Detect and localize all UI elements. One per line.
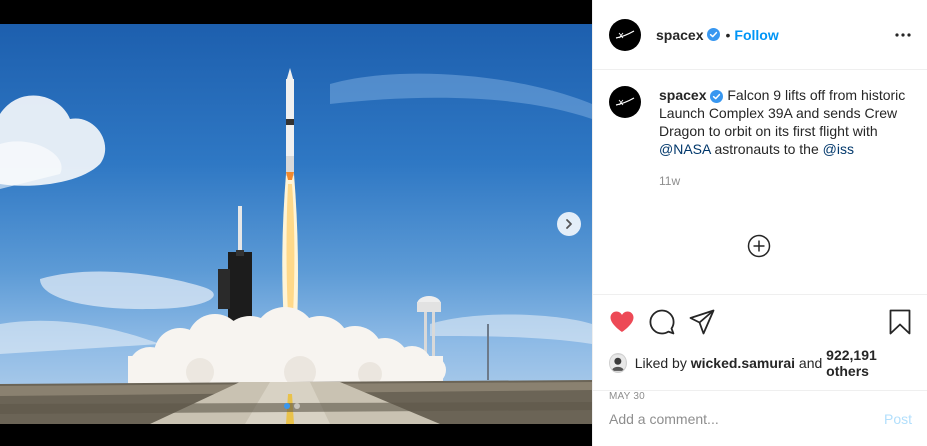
caption-text: spacex Falcon 9 lifts off from historic …	[659, 86, 909, 158]
timestamp[interactable]: 11w	[659, 174, 911, 188]
next-slide-button[interactable]	[557, 212, 581, 236]
plus-circle-icon	[747, 234, 771, 258]
post-header: spacex • Follow	[593, 0, 927, 70]
instagram-post-modal: spacex • Follow spacex Falcon 9 lifts of…	[0, 0, 927, 446]
avatar[interactable]	[609, 18, 641, 51]
share-icon	[689, 309, 715, 335]
post-comment-button[interactable]: Post	[884, 411, 912, 427]
chevron-right-icon	[566, 219, 572, 229]
caption-username[interactable]: spacex	[659, 87, 706, 103]
mention-link[interactable]: @iss	[823, 141, 854, 157]
carousel-dot	[284, 403, 290, 409]
comment-button[interactable]	[649, 302, 689, 342]
verified-badge-icon	[707, 28, 721, 41]
likes-summary: Liked by wicked.samurai and 922,191 othe…	[609, 347, 911, 379]
separator: •	[725, 26, 731, 43]
action-bar	[609, 295, 911, 345]
verified-badge-icon	[710, 89, 724, 103]
save-button[interactable]	[871, 302, 911, 342]
more-options-icon	[895, 32, 911, 37]
like-button[interactable]	[609, 302, 649, 342]
comment-input[interactable]	[609, 410, 884, 427]
caption: spacex Falcon 9 lifts off from historic …	[609, 86, 911, 158]
likes-connector: and	[795, 355, 827, 371]
post-media	[0, 0, 592, 446]
likes-prefix: Liked by	[634, 355, 691, 371]
carousel-dot	[294, 403, 300, 409]
rocket-launch-photo	[0, 24, 592, 424]
heart-icon	[610, 311, 634, 332]
liker-username[interactable]: wicked.samurai	[691, 355, 795, 371]
carousel-indicator	[284, 403, 300, 409]
caption-body: astronauts to the	[710, 141, 823, 157]
post-actions-section: Liked by wicked.samurai and 922,191 othe…	[593, 294, 927, 402]
avatar[interactable]	[609, 86, 641, 118]
bookmark-icon	[889, 309, 911, 335]
mention-link[interactable]: @NASA	[659, 141, 711, 157]
load-more-comments-button[interactable]	[747, 234, 771, 258]
comment-icon	[649, 309, 675, 335]
comments-section: spacex Falcon 9 lifts off from historic …	[593, 70, 927, 294]
spacex-logo-icon	[615, 29, 635, 39]
follow-button[interactable]: Follow	[734, 27, 778, 43]
username[interactable]: spacex	[656, 27, 703, 43]
likes-count-link[interactable]: 922,191 others	[826, 347, 911, 379]
spacex-logo-icon	[615, 97, 635, 106]
more-options-button[interactable]	[895, 32, 911, 37]
add-comment-form: Post	[593, 390, 927, 446]
profile-photo-icon	[610, 355, 626, 371]
post-details-panel: spacex • Follow spacex Falcon 9 lifts of…	[592, 0, 927, 446]
avatar[interactable]	[609, 353, 627, 373]
share-button[interactable]	[689, 302, 729, 342]
